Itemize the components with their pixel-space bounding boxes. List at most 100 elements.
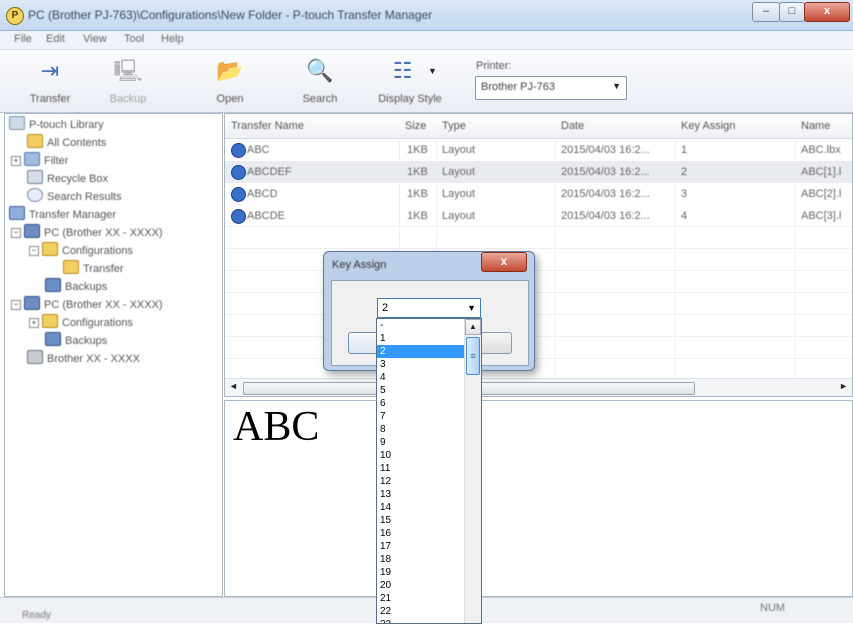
tree-item-printer[interactable]: Brother XX - XXXX [27, 350, 140, 366]
expand-icon[interactable]: + [11, 156, 21, 166]
column-header-name[interactable]: Name [801, 120, 830, 132]
tree-item-all-contents[interactable]: All Contents [27, 134, 106, 150]
dropdown-option[interactable]: 21 [377, 592, 464, 605]
dropdown-option[interactable]: 3 [377, 358, 464, 371]
tree-label: Search Results [47, 191, 122, 203]
computer-icon [24, 224, 40, 238]
dropdown-option[interactable]: 1 [377, 332, 464, 345]
transfer-button[interactable]: ⇥ Transfer [18, 50, 82, 110]
dialog-close-button[interactable]: x [481, 252, 527, 272]
collapse-icon[interactable]: − [29, 246, 39, 256]
key-assign-value: 2 [382, 302, 389, 314]
cell-type: Layout [442, 210, 476, 222]
menu-edit[interactable]: Edit [46, 33, 65, 45]
tree-item-backups2[interactable]: Backups [45, 332, 107, 348]
column-header-type[interactable]: Type [442, 120, 466, 132]
column-header-date[interactable]: Date [561, 120, 584, 132]
tree-item-configurations1[interactable]: − Configurations [29, 242, 133, 258]
grid-line [225, 358, 852, 359]
folder-icon [27, 134, 43, 148]
close-button[interactable]: x [804, 2, 850, 22]
scroll-up-icon[interactable]: ▲ [465, 319, 481, 335]
display-style-icon: ☷ [392, 58, 413, 83]
tree-item-transfer-manager[interactable]: Transfer Manager [9, 206, 116, 222]
scroll-left-icon[interactable]: ◄ [229, 381, 238, 391]
tree-item-search-results[interactable]: Search Results [27, 188, 122, 204]
cell-date: 2015/04/03 16:2... [561, 144, 650, 156]
dropdown-option[interactable]: - [377, 319, 464, 332]
menu-help[interactable]: Help [161, 33, 184, 45]
minimize-button[interactable]: – [752, 2, 780, 22]
column-header-transfer-name[interactable]: Transfer Name [231, 120, 304, 132]
table-row[interactable]: ABCDE 1KB Layout 2015/04/03 16:2... 4 AB… [225, 205, 852, 227]
table-row[interactable]: ABCD 1KB Layout 2015/04/03 16:2... 3 ABC… [225, 183, 852, 205]
tree-item-recycle-bin[interactable]: Recycle Box [27, 170, 108, 186]
horizontal-scrollbar[interactable]: ◄ ► [225, 378, 852, 396]
collapse-icon[interactable]: − [11, 300, 21, 310]
dropdown-option[interactable]: 10 [377, 449, 464, 462]
display-style-button[interactable]: ☷ ▼ Display Style [364, 50, 456, 110]
dropdown-option[interactable]: 5 [377, 384, 464, 397]
title-bar[interactable]: P PC (Brother PJ-763)\Configurations\New… [0, 0, 853, 31]
grid-line [225, 292, 852, 293]
dropdown-option[interactable]: 13 [377, 488, 464, 501]
tree-label: P-touch Library [29, 119, 104, 131]
tree-item-backups1[interactable]: Backups [45, 278, 107, 294]
scroll-right-icon[interactable]: ► [839, 381, 848, 391]
dropdown-option[interactable]: 7 [377, 410, 464, 423]
tree-label: PC (Brother XX - XXXX) [44, 227, 163, 239]
table-row[interactable]: ABC 1KB Layout 2015/04/03 16:2... 1 ABC.… [225, 139, 852, 161]
expand-icon[interactable]: + [29, 318, 39, 328]
backup-button[interactable]: 🖳 Backup [96, 50, 160, 110]
dropdown-option[interactable]: 18 [377, 553, 464, 566]
dropdown-scrollbar[interactable]: ▲ ≡ [464, 319, 481, 623]
backups-icon [45, 278, 61, 292]
collapse-icon[interactable]: − [11, 228, 21, 238]
maximize-button[interactable]: □ [779, 2, 805, 22]
grid-line [225, 336, 852, 337]
num-lock-indicator: NUM [760, 602, 786, 614]
menu-file[interactable]: File [14, 33, 32, 45]
tree-label: All Contents [47, 137, 107, 149]
dropdown-option[interactable]: 20 [377, 579, 464, 592]
search-button[interactable]: 🔍 Search [288, 50, 352, 110]
column-header-key-assign[interactable]: Key Assign [681, 120, 735, 132]
tree-item-filter[interactable]: + Filter [11, 152, 68, 168]
cell-type: Layout [442, 188, 476, 200]
dropdown-option[interactable]: 22 [377, 605, 464, 618]
chevron-down-icon[interactable]: ▼ [428, 66, 437, 76]
dropdown-option[interactable]: 14 [377, 501, 464, 514]
menu-view[interactable]: View [83, 33, 107, 45]
cell-size: 1KB [407, 210, 428, 222]
cell-transfer-name: ABCDE [247, 210, 285, 222]
backup-icon: 🖳 [113, 58, 143, 83]
dropdown-option[interactable]: 12 [377, 475, 464, 488]
column-header-size[interactable]: Size [405, 120, 426, 132]
grid-line [225, 270, 852, 271]
key-assign-select[interactable]: 2 ▼ [377, 298, 481, 318]
dropdown-option[interactable]: 15 [377, 514, 464, 527]
tree-item-transfer-folder[interactable]: Transfer [63, 260, 124, 276]
dropdown-option[interactable]: 2 [377, 345, 464, 358]
printer-select[interactable]: Brother PJ-763 ▼ [475, 76, 627, 100]
tree-label: Recycle Box [47, 173, 109, 185]
dropdown-option[interactable]: 8 [377, 423, 464, 436]
dropdown-option[interactable]: 19 [377, 566, 464, 579]
printer-label: Printer: [476, 60, 512, 72]
menu-tool[interactable]: Tool [124, 33, 144, 45]
dropdown-option[interactable]: 17 [377, 540, 464, 553]
tree-item-pc2[interactable]: − PC (Brother XX - XXXX) [11, 296, 163, 312]
dropdown-option[interactable]: 16 [377, 527, 464, 540]
dropdown-option[interactable]: 9 [377, 436, 464, 449]
tree-item-configurations2[interactable]: + Configurations [29, 314, 133, 330]
dropdown-option[interactable]: 11 [377, 462, 464, 475]
dropdown-option[interactable]: 4 [377, 371, 464, 384]
open-button[interactable]: 📂 Open [198, 50, 262, 110]
scrollbar-thumb[interactable]: ≡ [466, 337, 480, 375]
preview-text: ABC [233, 404, 320, 450]
tree-item-library[interactable]: P-touch Library [9, 116, 104, 132]
dropdown-option[interactable]: 23 [377, 618, 464, 623]
tree-item-pc1[interactable]: − PC (Brother XX - XXXX) [11, 224, 163, 240]
dropdown-option[interactable]: 6 [377, 397, 464, 410]
table-row[interactable]: ABCDEF 1KB Layout 2015/04/03 16:2... 2 A… [225, 161, 852, 183]
